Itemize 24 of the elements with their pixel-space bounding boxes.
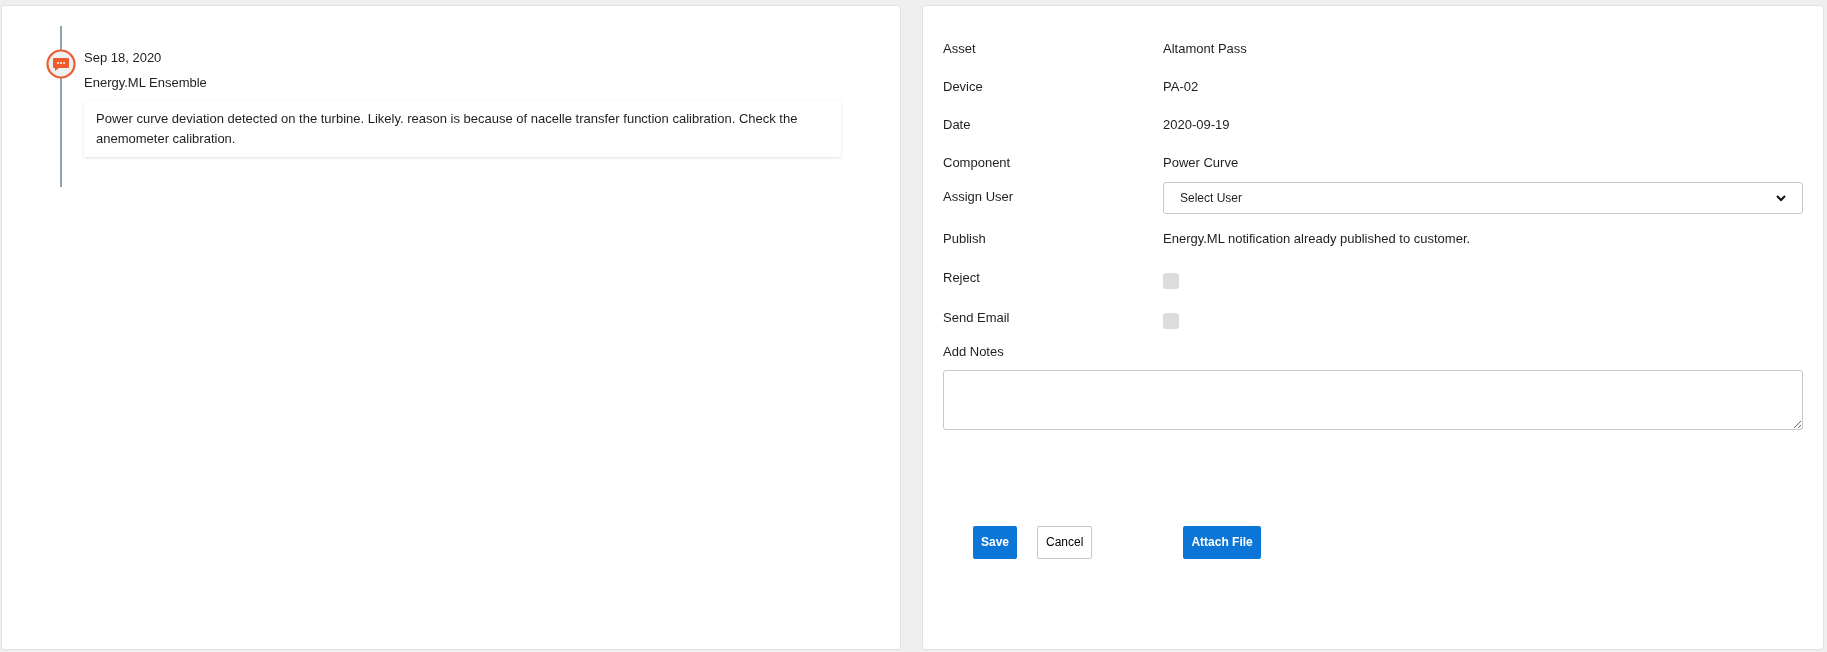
user-select[interactable]: Select User bbox=[1163, 182, 1803, 214]
notes-field[interactable] bbox=[943, 369, 1803, 430]
notes-label: Add Notes bbox=[943, 343, 1005, 361]
chevron-down-icon bbox=[1776, 194, 1786, 202]
action-button[interactable]: Attach File bbox=[1183, 525, 1261, 559]
chat-icon bbox=[46, 49, 76, 79]
field-label: Reject bbox=[943, 269, 981, 288]
field-label: Assign User bbox=[943, 188, 1015, 206]
field-value: 2020-09-19 bbox=[1163, 116, 1230, 135]
field-label: Component bbox=[943, 154, 1012, 173]
entry-date: Sep 18, 2020 bbox=[84, 50, 163, 66]
field-value: Energy.ML notification already published to customer. bbox=[1163, 230, 1471, 249]
field-value: PA-02 bbox=[1163, 78, 1199, 97]
action-button[interactable]: Save bbox=[973, 525, 1018, 559]
field-value: Power Curve bbox=[1163, 154, 1239, 173]
action-button[interactable]: Cancel bbox=[1037, 525, 1093, 559]
field-label: Date bbox=[943, 116, 972, 135]
field-label: Send Email bbox=[943, 309, 1011, 328]
message-card: Power curve deviation detected on the turbine. Likely. reason is because of nacelle transfer function calibration. Check the anemometer calibration. bbox=[84, 101, 841, 157]
field-label: Publish bbox=[943, 230, 987, 249]
entry-source: Energy.ML Ensemble bbox=[84, 75, 208, 91]
field-value: Altamont Pass bbox=[1163, 40, 1247, 59]
field-label: Device bbox=[943, 78, 984, 97]
field-label: Asset bbox=[943, 40, 977, 59]
